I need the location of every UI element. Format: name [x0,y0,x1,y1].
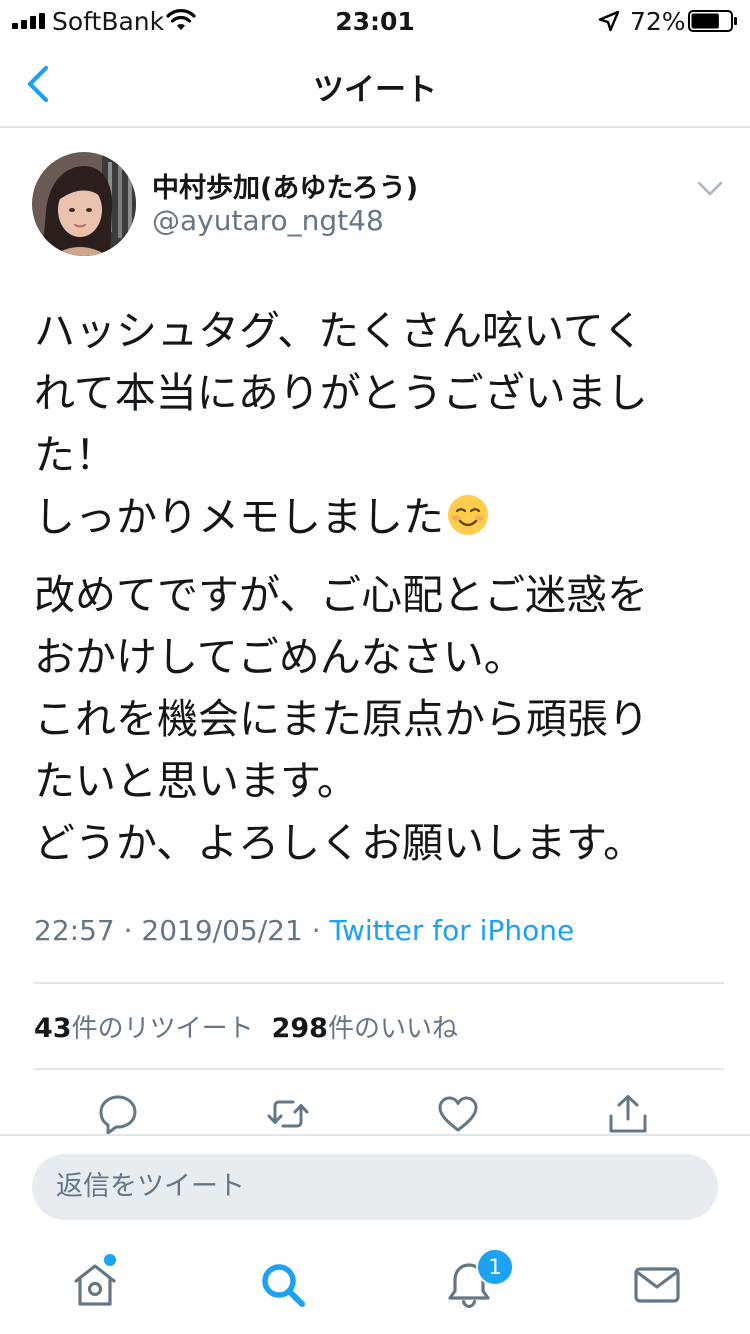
retweet-count-link[interactable]: 43件のリツイート [34,1013,254,1044]
meta-separator: · [311,914,321,947]
tweet-paragraph-text: ハッシュタグ、たくさん呟いてく れて本当にありがとうございまし た！ しっかりメ… [34,307,648,541]
tweet-paragraph: 改めてですが、ご心配とご迷惑を おかけしてごめんなさい。 これを機会にまた原点か… [34,571,649,867]
tweet-text: ハッシュタグ、たくさん呟いてく れて本当にありがとうございまし た！ しっかりメ… [34,300,724,874]
tweet-time: 22:57 [34,914,115,947]
tweet-stats: 43件のリツイート 298件のいいね [34,1008,458,1045]
battery-icon [688,10,737,32]
mail-icon[interactable] [632,1260,682,1310]
page-title: ツイート [313,72,437,108]
retweet-icon[interactable] [266,1092,310,1136]
battery-percentage: 72% [630,7,686,36]
avatar-photo [32,152,136,256]
user-handle[interactable]: @ayutaro_ngt48 [152,204,384,237]
location-arrow-icon [598,10,620,32]
home-icon[interactable] [70,1260,120,1310]
client-link[interactable]: Twitter for iPhone [330,914,575,947]
reply-input[interactable]: 返信をツイート [32,1154,718,1220]
tweet-date: 2019/05/21 [141,914,303,947]
divider [34,982,724,984]
retweet-count: 43 [34,1013,72,1044]
like-count-link[interactable]: 298件のいいね [271,1013,458,1044]
home-unread-dot [104,1254,116,1266]
heart-icon[interactable] [436,1092,480,1136]
share-icon[interactable] [606,1092,650,1136]
like-count: 298 [271,1013,328,1044]
like-count-label: 件のいいね [327,1014,458,1044]
tweet-timestamp: 22:57 · 2019/05/21 · Twitter for iPhone [34,914,574,947]
tweet-paragraph: ハッシュタグ、たくさん呟いてく れて本当にありがとうございまし た！ しっかりメ… [34,300,724,548]
tweet-detail-screen: SoftBank 23:01 72% ツイート 中村歩加(あゆたろう) @ayu… [0,0,750,1334]
status-bar: SoftBank 23:01 72% [0,0,750,40]
avatar[interactable] [32,152,136,256]
tab-bar: 1 [0,1236,750,1334]
navigation-bar: ツイート [0,40,750,128]
reply-composer-bar: 返信をツイート [0,1134,750,1236]
search-icon[interactable] [258,1260,308,1310]
chevron-down-icon[interactable] [694,172,726,204]
smiling-face-emoji-icon [448,495,488,535]
notification-badge: 1 [476,1248,514,1286]
divider [34,1068,724,1070]
reply-icon[interactable] [96,1092,140,1136]
retweet-count-label: 件のリツイート [71,1014,254,1044]
display-name[interactable]: 中村歩加(あゆたろう) [152,166,418,205]
meta-separator: · [123,914,133,947]
